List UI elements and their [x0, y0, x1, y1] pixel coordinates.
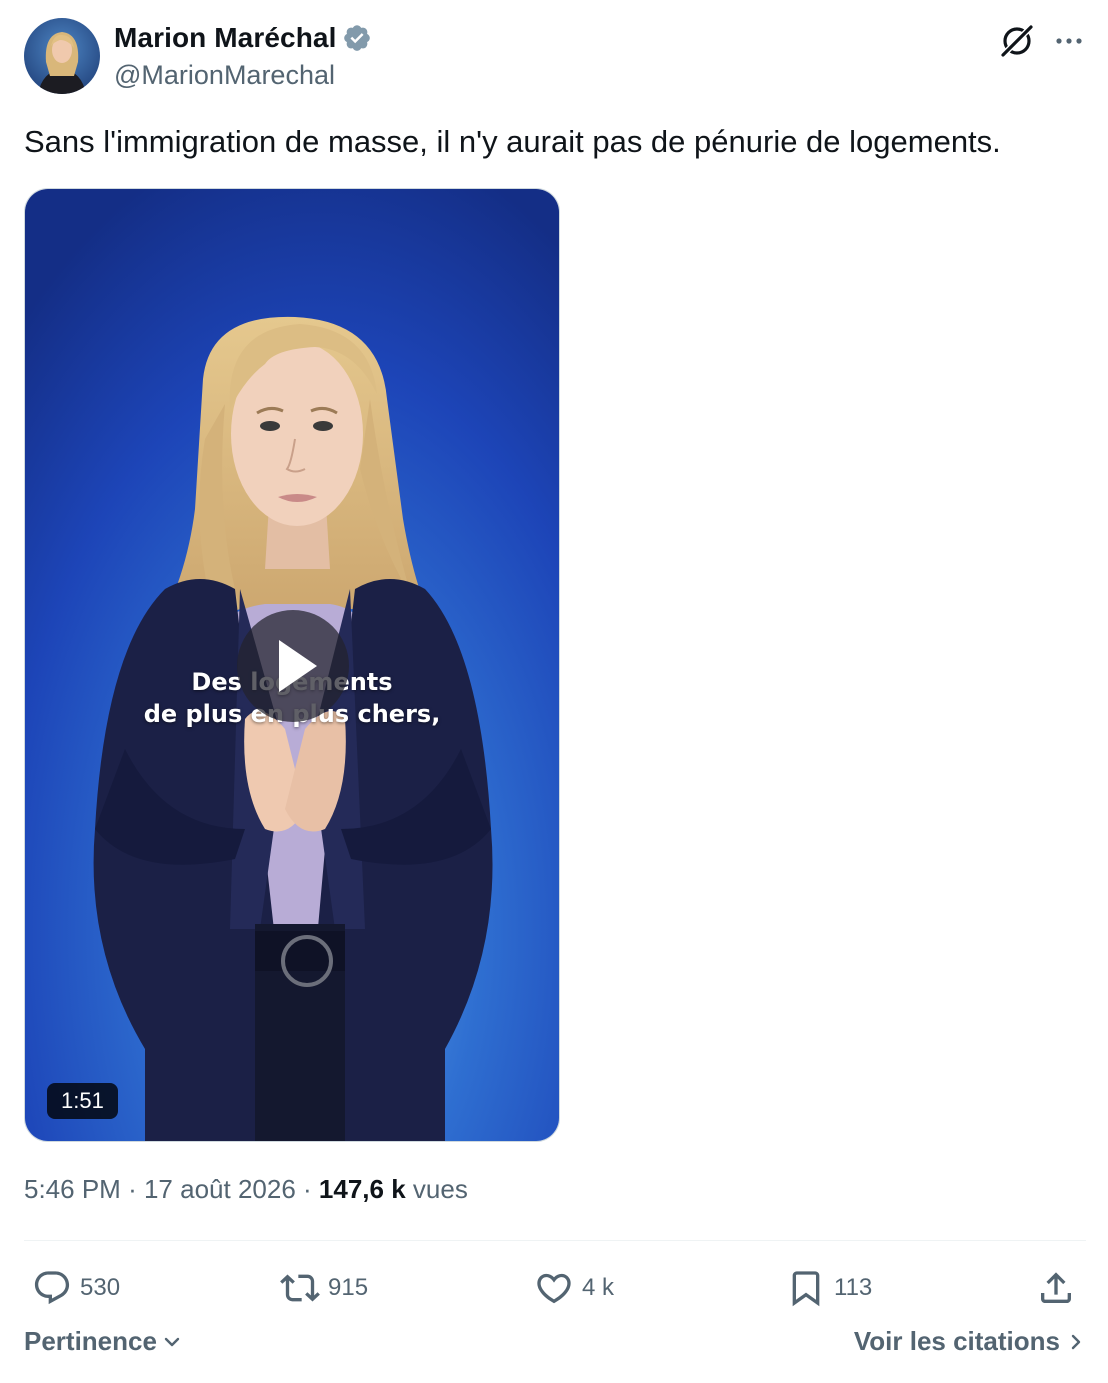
bookmark-icon: [792, 1271, 820, 1307]
views-label: vues: [412, 1174, 468, 1204]
share-button[interactable]: [1036, 1262, 1076, 1314]
reply-count: 530: [80, 1274, 121, 1301]
repost-count: 915: [328, 1274, 369, 1301]
chevron-down-icon: [164, 1337, 180, 1346]
heart-icon: [537, 1273, 571, 1304]
bookmark-button[interactable]: 113: [786, 1262, 872, 1314]
tweet-meta: 5:46 PM · 17 août 2026 · 147,6 k vues: [24, 1174, 468, 1205]
reply-footer: Pertinence Voir les citations: [24, 1326, 1086, 1366]
tweet-time[interactable]: 5:46 PM: [24, 1174, 121, 1204]
tweet-date[interactable]: 17 août 2026: [144, 1174, 296, 1204]
views-count: 147,6 k: [318, 1174, 406, 1204]
video-duration-badge: 1:51: [47, 1083, 118, 1119]
chevron-right-icon: [1071, 1334, 1081, 1349]
quotes-label: Voir les citations: [853, 1326, 1060, 1356]
bookmark-count: 113: [834, 1274, 873, 1301]
grok-icon[interactable]: [998, 22, 1036, 60]
repost-icon: [280, 1274, 320, 1302]
like-count: 4 k: [582, 1274, 615, 1301]
play-button[interactable]: [237, 610, 349, 722]
action-bar: 530 915 4 k 113: [24, 1262, 1086, 1314]
verified-badge-icon[interactable]: [342, 23, 372, 53]
tweet-header: Marion Maréchal @MarionMarechal: [24, 18, 1086, 96]
video-player[interactable]: Des logements de plus en plus chers, 1:5…: [24, 188, 560, 1142]
more-icon[interactable]: [1052, 24, 1086, 58]
meta-separator: ·: [128, 1174, 137, 1204]
name-row: Marion Maréchal: [114, 20, 372, 56]
sort-label: Pertinence: [24, 1326, 157, 1356]
handle[interactable]: @MarionMarechal: [114, 60, 372, 91]
repost-button[interactable]: 915: [280, 1262, 368, 1314]
view-quotes-link[interactable]: Voir les citations: [854, 1326, 1086, 1357]
play-icon: [279, 640, 317, 692]
author-block: Marion Maréchal @MarionMarechal: [114, 20, 372, 91]
sort-dropdown[interactable]: Pertinence: [24, 1326, 183, 1357]
like-button[interactable]: 4 k: [534, 1262, 614, 1314]
tweet-text: Sans l'immigration de masse, il n'y aura…: [24, 124, 1001, 159]
share-icon: [1041, 1272, 1071, 1303]
display-name[interactable]: Marion Maréchal: [114, 22, 336, 54]
divider: [24, 1240, 1086, 1241]
reply-icon: [34, 1271, 70, 1305]
meta-separator: ·: [303, 1174, 312, 1204]
reply-button[interactable]: 530: [32, 1262, 120, 1314]
avatar[interactable]: [24, 18, 100, 94]
